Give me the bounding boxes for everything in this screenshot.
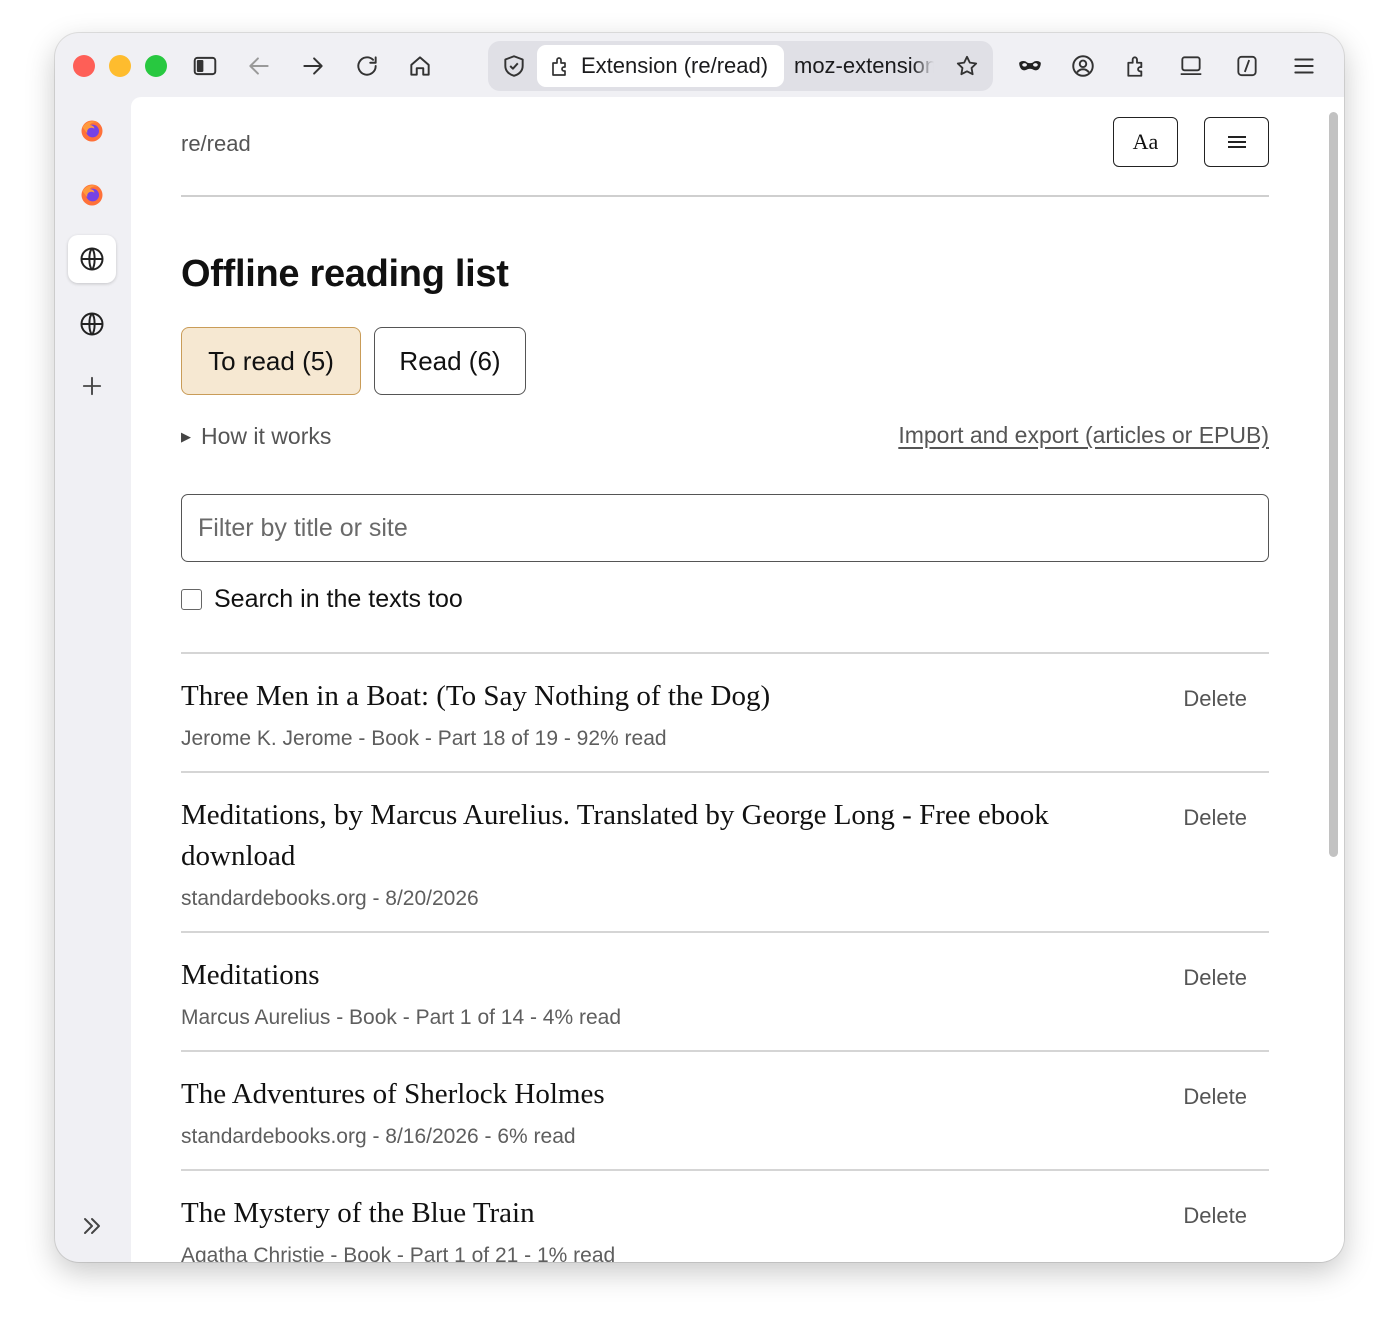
item-title[interactable]: The Adventures of Sherlock Holmes: [181, 1074, 1141, 1115]
item-meta: Jerome K. Jerome - Book - Part 18 of 19 …: [181, 727, 667, 750]
item-meta: Agatha Christie - Book - Part 1 of 21 - …: [181, 1244, 616, 1262]
disclosure-triangle-icon: ▶: [181, 428, 191, 444]
close-window-button[interactable]: [73, 55, 95, 77]
search-texts-checkbox[interactable]: [181, 589, 202, 610]
item-meta: Marcus Aurelius - Book - Part 1 of 14 - …: [181, 1006, 622, 1029]
plus-icon[interactable]: [68, 362, 116, 410]
filter-input[interactable]: [181, 494, 1269, 562]
double-chevron-right-icon[interactable]: [68, 1202, 116, 1250]
account-icon[interactable]: [1066, 49, 1100, 83]
how-it-works-label: How it works: [201, 423, 332, 449]
firefox-icon[interactable]: [68, 171, 116, 219]
back-arrow-icon[interactable]: [242, 49, 276, 83]
import-export-link[interactable]: Import and export (articles or EPUB): [898, 422, 1269, 449]
app-menu-icon[interactable]: [1287, 49, 1321, 83]
extension-page: re/read Aa Offline reading list To read …: [131, 97, 1344, 1262]
item-title[interactable]: Meditations, by Marcus Aurelius. Transla…: [181, 795, 1141, 877]
font-settings-button[interactable]: Aa: [1113, 117, 1178, 167]
delete-button[interactable]: Delete: [1183, 1084, 1247, 1110]
tab-read[interactable]: Read (6): [374, 327, 526, 395]
private-browsing-mask-icon[interactable]: [1013, 49, 1047, 83]
list-item: Meditations Marcus Aurelius - Book - Par…: [181, 931, 1269, 1050]
list-item: Three Men in a Boat: (To Say Nothing of …: [181, 652, 1269, 771]
bookmark-star-icon[interactable]: [950, 49, 984, 83]
reload-icon[interactable]: [350, 49, 384, 83]
page-title: Offline reading list: [181, 253, 509, 295]
url-text[interactable]: moz-extension: [794, 41, 934, 91]
header-divider: [181, 195, 1269, 197]
shield-icon[interactable]: [497, 49, 531, 83]
puzzle-icon: [552, 57, 566, 76]
browser-sidebar: [55, 97, 131, 1262]
search-texts-label[interactable]: Search in the texts too: [214, 585, 463, 614]
minimize-window-button[interactable]: [109, 55, 131, 77]
list-item: The Mystery of the Blue Train Agatha Chr…: [181, 1169, 1269, 1262]
browser-window: Extension (re/read) moz-extension re/rea…: [55, 33, 1344, 1262]
zoom-window-button[interactable]: [145, 55, 167, 77]
tab-to-read[interactable]: To read (5): [181, 327, 361, 395]
home-icon[interactable]: [403, 49, 437, 83]
delete-button[interactable]: Delete: [1183, 965, 1247, 991]
delete-button[interactable]: Delete: [1183, 686, 1247, 712]
reading-list: Three Men in a Boat: (To Say Nothing of …: [181, 652, 1269, 1262]
hamburger-icon: [1227, 136, 1246, 148]
item-meta: standardebooks.org - 8/16/2026 - 6% read: [181, 1125, 576, 1148]
scrollbar[interactable]: [1329, 112, 1338, 857]
search-texts-option[interactable]: Search in the texts too: [181, 585, 463, 614]
globe-icon[interactable]: [68, 300, 116, 348]
extensions-puzzle-icon[interactable]: [1120, 49, 1154, 83]
browser-toolbar: Extension (re/read) moz-extension: [55, 33, 1344, 97]
item-title[interactable]: Three Men in a Boat: (To Say Nothing of …: [181, 676, 1141, 717]
item-title[interactable]: Meditations: [181, 955, 1141, 996]
list-item: The Adventures of Sherlock Holmes standa…: [181, 1050, 1269, 1169]
brand-name[interactable]: re/read: [181, 131, 251, 157]
item-title[interactable]: The Mystery of the Blue Train: [181, 1193, 1141, 1234]
firefox-icon[interactable]: [68, 107, 116, 155]
delete-button[interactable]: Delete: [1183, 805, 1247, 831]
list-item: Meditations, by Marcus Aurelius. Transla…: [181, 771, 1269, 931]
item-meta: standardebooks.org - 8/20/2026: [181, 887, 479, 910]
url-bar[interactable]: Extension (re/read) moz-extension: [488, 41, 993, 91]
forward-arrow-icon[interactable]: [296, 49, 330, 83]
extension-tab-title: Extension (re/read): [581, 53, 769, 78]
delete-button[interactable]: Delete: [1183, 1203, 1247, 1229]
synced-tabs-icon[interactable]: [1174, 49, 1208, 83]
how-it-works-toggle[interactable]: ▶ How it works: [181, 423, 331, 450]
globe-icon[interactable]: [68, 235, 116, 283]
menu-button[interactable]: [1204, 117, 1269, 167]
url-identity-box[interactable]: Extension (re/read): [537, 45, 784, 87]
reader-extension-icon[interactable]: [1230, 49, 1264, 83]
sidebar-toggle-icon[interactable]: [188, 49, 222, 83]
